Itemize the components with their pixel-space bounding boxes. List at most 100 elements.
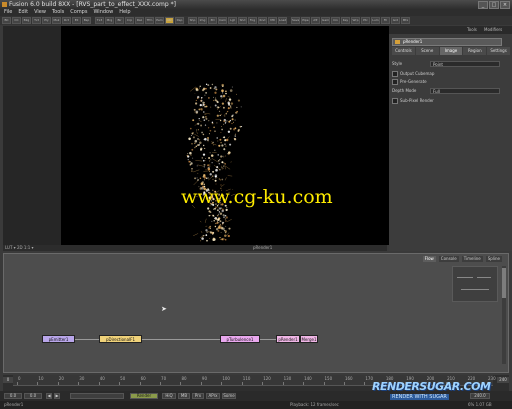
pregenerate-row[interactable]: Pre-Generate [392,79,510,85]
menu-edit[interactable]: Edit [18,9,28,16]
viewer-canvas[interactable]: www.cg-ku.com [61,26,389,245]
toolbar-button-ell[interactable]: Ell [72,17,81,24]
range-slider[interactable] [70,393,124,399]
subpixel-checkbox[interactable] [392,98,398,104]
node-pemitter[interactable]: pEmitter1 [42,335,75,343]
toolbar-button-pipe[interactable]: Pipe [301,17,310,24]
toolbar-button-pem[interactable]: Pem [155,17,164,24]
toolbar-button-key[interactable]: Key [341,17,350,24]
toolbar-button-lum[interactable]: Lum [371,17,380,24]
hiq-toggle[interactable]: HiQ [162,393,176,399]
inspector-panel: Tools Modifiers pRender1 Controls Scene … [389,26,512,251]
ruler-tick-label: 0 [18,376,21,381]
toolbar-button-mtx[interactable]: Mtx [401,17,410,24]
toolbar-button-grd[interactable]: Grd [391,17,400,24]
tab-controls[interactable]: Controls [392,47,415,55]
toolbar-button-bc[interactable]: BC [2,17,11,24]
menu-view[interactable]: View [34,9,46,16]
current-time-field[interactable]: 0.0 [4,393,22,399]
toolbar-button-mrg[interactable]: Mrg [105,17,114,24]
pregenerate-label: Pre-Generate [400,79,427,84]
subpixel-row[interactable]: Sub-Pixel Render [392,98,510,104]
render-button[interactable]: Render [130,393,158,399]
output-cubemap-checkbox[interactable] [392,71,398,77]
toolbar-button-loader[interactable]: Loader [278,17,287,24]
play-reverse-button[interactable]: ◀ [46,393,52,399]
range-end-field[interactable]: 240.0 [470,393,490,399]
flow-editor[interactable]: Flow Console Timeline Spline pEmitter1 p… [3,253,509,373]
menu-window[interactable]: Window [93,9,113,16]
menu-help[interactable]: Help [119,9,130,16]
toolbar-button-saver[interactable]: Saver [291,17,300,24]
ruler-tick-label: 160 [344,376,353,381]
tab-tools[interactable]: Tools [467,27,477,32]
flow-navigator[interactable] [452,266,498,302]
menu-comps[interactable]: Comps [70,9,87,16]
toolbar-button-atr[interactable]: ATr [311,17,320,24]
toolbar-button-cc[interactable]: CC [12,17,21,24]
flow-scrollbar-thumb[interactable] [502,268,506,298]
toolbar-button-mtl[interactable]: Mtl [268,17,277,24]
aprx-toggle[interactable]: APrx [206,393,220,399]
prx-toggle[interactable]: Prx [192,393,204,399]
play-button[interactable]: ▶ [54,393,60,399]
tool-header[interactable]: pRender1 [392,38,502,46]
toolbar-button-crp[interactable]: Crp [125,17,134,24]
tab-console[interactable]: Console [438,256,459,262]
style-dropdown[interactable]: Point [430,61,500,67]
toolbar-button-fil[interactable]: Fil [381,17,390,24]
node-prender[interactable]: pRender1 [276,335,300,343]
timeline-end-field[interactable]: 240 [497,377,509,383]
toolbar-button-blr[interactable]: Blr [115,17,124,24]
node-pdirectional-force[interactable]: pDirectionalF1 [99,335,142,343]
toolbar-button-txt[interactable]: Txt [32,17,41,24]
toolbar-button-wrp[interactable]: Wrp [351,17,360,24]
maximize-button[interactable]: □ [489,1,499,9]
logo-line-1: RENDERSUGAR.COM [372,380,491,393]
depth-mode-dropdown[interactable]: Full [430,88,500,94]
toolbar-button-gam[interactable]: Gam [321,17,330,24]
toolbar-button-dsp[interactable]: Dsp [175,17,184,24]
timeline-start-field[interactable]: 0 [3,377,13,383]
toolbar-button-tfm[interactable]: Tfm [145,17,154,24]
some-toggle[interactable]: Some [222,393,236,399]
tab-region[interactable]: Region [463,47,487,55]
toolbar-button-tx3[interactable]: Tx3 [95,17,104,24]
tab-timeline[interactable]: Timeline [461,256,483,262]
toolbar-button-cin[interactable]: Cin [331,17,340,24]
toolbar-button-shd[interactable]: Shd [238,17,247,24]
mb-toggle[interactable]: MB [178,393,190,399]
close-button[interactable]: × [500,1,510,9]
toolbar-button-rsz[interactable]: Rsz [135,17,144,24]
menu-file[interactable]: File [4,9,12,16]
tab-scene[interactable]: Scene [415,47,439,55]
output-cubemap-row[interactable]: Output Cubemap [392,71,510,77]
toolbar-button-rct[interactable]: Rct [62,17,71,24]
toolbar-button-fog[interactable]: Fog [248,17,257,24]
tab-spline[interactable]: Spline [485,256,502,262]
tab-settings[interactable]: Settings [487,47,510,55]
toolbar-button-prn[interactable]: pRn [165,17,174,24]
tab-modifiers[interactable]: Modifiers [484,27,502,32]
toolbar-button-msk[interactable]: Msk [52,17,61,24]
toolbar-button-cam[interactable]: Cam [218,17,227,24]
toolbar-button-ply[interactable]: Ply [42,17,51,24]
node-merge[interactable]: Merge1 [300,335,318,343]
tab-image[interactable]: Image [439,47,463,55]
toolbar-button-3d[interactable]: 3D [208,17,217,24]
viewer-lut-controls[interactable]: LUT ▾ 2D 1:1 ▾ [5,245,34,251]
toolbar-button-bkg[interactable]: Bkg [22,17,31,24]
toolbar-button-img[interactable]: Img [198,17,207,24]
range-start-field[interactable]: 0.0 [24,393,42,399]
flow-scrollbar[interactable] [502,266,506,364]
toolbar-button-bsp[interactable]: Bsp [82,17,91,24]
tab-flow[interactable]: Flow [422,256,436,262]
pregenerate-checkbox[interactable] [392,79,398,85]
node-pturbulence[interactable]: pTurbulence1 [220,335,260,343]
toolbar-button-shp[interactable]: Shp [188,17,197,24]
toolbar-button-lgt[interactable]: Lgt [228,17,237,24]
menu-tools[interactable]: Tools [52,9,64,16]
minimize-button[interactable]: _ [478,1,488,9]
toolbar-button-ptc[interactable]: Ptc [361,17,370,24]
toolbar-button-rnd[interactable]: Rnd [258,17,267,24]
